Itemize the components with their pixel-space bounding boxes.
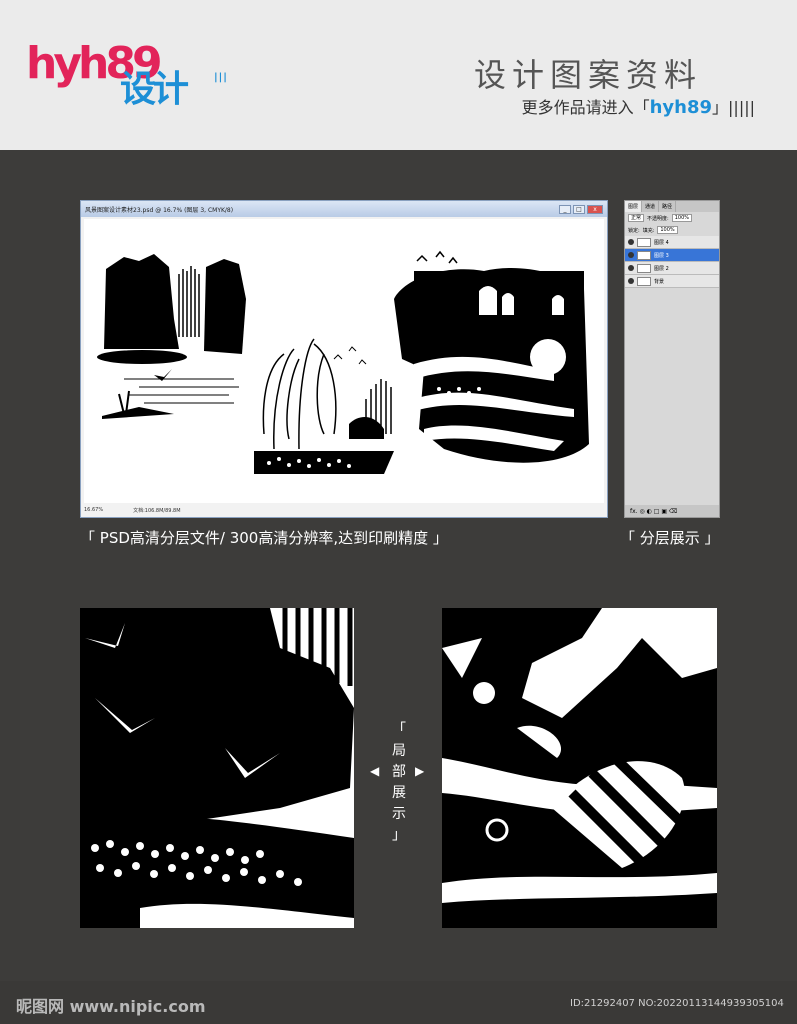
arrow-left-icon: ◀ xyxy=(370,764,380,778)
layer-thumbnail xyxy=(637,237,651,247)
eye-icon[interactable] xyxy=(628,265,634,271)
ps-canvas[interactable] xyxy=(84,219,604,503)
ps-titlebar[interactable]: 风景图案设计素材23.psd @ 16.7% (图层 3, CMYK/8) _ … xyxy=(81,201,607,217)
caption-right: 「 分层展示 」 xyxy=(620,529,720,547)
close-button[interactable]: x xyxy=(587,204,603,214)
detail-label-char: 「 xyxy=(392,722,406,738)
fill-input[interactable]: 100% xyxy=(657,226,678,234)
eye-icon[interactable] xyxy=(628,239,634,245)
ps-window-title: 风景图案设计素材23.psd @ 16.7% (图层 3, CMYK/8) xyxy=(85,206,234,214)
detail-crop-left xyxy=(80,608,354,928)
layer-name: 图层 3 xyxy=(654,252,669,259)
arrow-right-icon: ▶ xyxy=(415,764,425,778)
detail-label-char: 部 xyxy=(392,764,406,780)
eye-icon[interactable] xyxy=(628,278,634,284)
opacity-input[interactable]: 100% xyxy=(671,214,692,222)
layer-thumbnail xyxy=(637,250,651,260)
detail-label-char: 展 xyxy=(392,785,406,801)
subtitle-prefix: 更多作品请进入「 xyxy=(521,98,650,117)
layer-thumbnail xyxy=(637,276,651,286)
landscape-artwork xyxy=(97,250,589,474)
layer-item[interactable]: 图层 2 xyxy=(625,262,719,275)
fill-label: 填充: xyxy=(642,227,655,234)
detail-label-char: 」 xyxy=(392,827,406,843)
layer-name: 图层 2 xyxy=(654,265,669,272)
lock-label: 锁定: xyxy=(628,227,640,234)
layer-name: 背景 xyxy=(654,278,665,285)
page-title: 设计图案资料 xyxy=(473,56,702,94)
minimize-button[interactable]: _ xyxy=(559,204,571,214)
brand-logo[interactable]: hyh89 设计 ||| xyxy=(26,38,228,128)
blend-row: 正常 不透明度: 100% xyxy=(625,212,719,224)
ps-document-window: 风景图案设计素材23.psd @ 16.7% (图层 3, CMYK/8) _ … xyxy=(80,200,608,518)
detail-crop-right xyxy=(442,608,717,928)
layer-item[interactable]: 图层 4 xyxy=(625,236,719,249)
subtitle-link[interactable]: hyh89 xyxy=(650,97,712,118)
lock-row: 锁定: 填充: 100% xyxy=(625,224,719,236)
layers-tabs: 图层 通道 路径 xyxy=(625,201,719,212)
detail-label-char: 示 xyxy=(392,806,406,822)
logo-text-cn: 设计 xyxy=(120,69,189,110)
detail-label-char: 局 xyxy=(392,743,406,759)
layers-footer-icons[interactable]: fx. ◎ ◐ □ ▣ ⌫ xyxy=(625,505,719,517)
layer-item[interactable]: 图层 3 xyxy=(625,249,719,262)
watermark-left: 昵图网 www.nipic.com xyxy=(16,997,206,1016)
layer-item[interactable]: 背景 xyxy=(625,275,719,288)
tab-channels[interactable]: 通道 xyxy=(642,201,660,212)
blend-mode-select[interactable]: 正常 xyxy=(628,214,645,222)
eye-icon[interactable] xyxy=(628,252,634,258)
watermark-right: ID:21292407 NO:20220113144939305104 xyxy=(570,998,784,1009)
opacity-label: 不透明度: xyxy=(647,215,669,222)
ps-status-bar: 16.67% 文档:106.8M/89.8M xyxy=(84,505,604,515)
detail-label: 「 局 部 展 示 」 xyxy=(386,720,412,846)
header-band: hyh89 设计 ||| 设计图案资料 更多作品请进入「hyh89」||||| xyxy=(0,0,797,150)
caption-left: 「 PSD高清分层文件/ 300高清分辨率,达到印刷精度 」 xyxy=(80,529,448,547)
logo-ticks: ||| xyxy=(214,72,228,83)
tab-paths[interactable]: 路径 xyxy=(659,201,677,212)
doc-size: 文档:106.8M/89.8M xyxy=(133,507,181,514)
layer-thumbnail xyxy=(637,263,651,273)
layers-panel: 图层 通道 路径 正常 不透明度: 100% 锁定: 填充: 100% 图层 4… xyxy=(624,200,720,518)
layer-name: 图层 4 xyxy=(654,239,669,246)
tab-layers[interactable]: 图层 xyxy=(625,201,643,212)
maximize-button[interactable]: □ xyxy=(573,204,585,214)
detail-left-artwork xyxy=(80,608,354,928)
zoom-level[interactable]: 16.67% xyxy=(84,507,103,513)
page-subtitle: 更多作品请进入「hyh89」||||| xyxy=(522,94,755,118)
subtitle-suffix: 」||||| xyxy=(712,98,755,117)
detail-right-artwork xyxy=(442,608,717,928)
